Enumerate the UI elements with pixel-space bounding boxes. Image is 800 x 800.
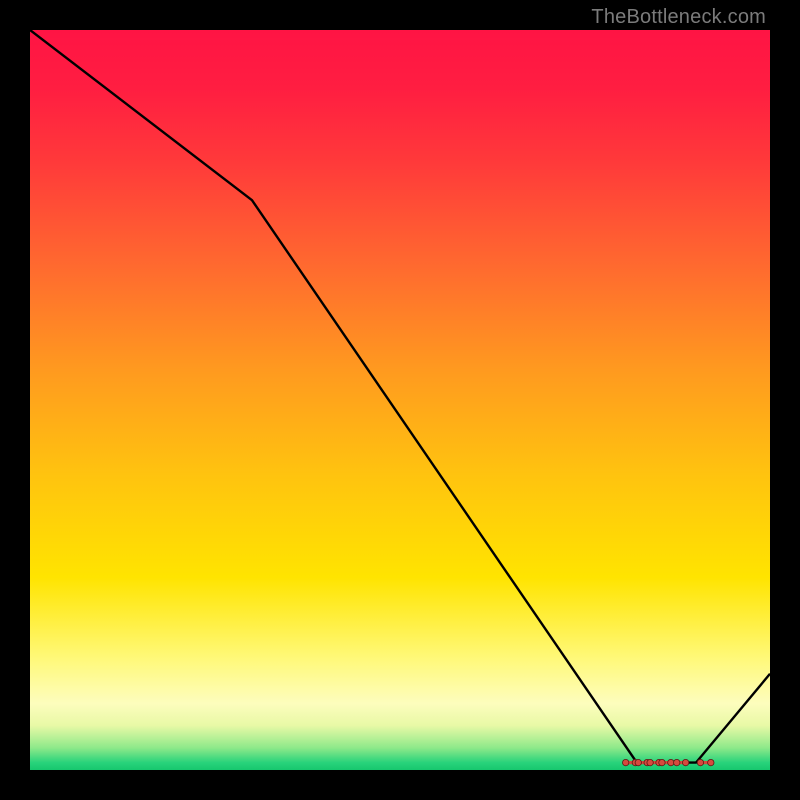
marker-dot: [659, 759, 665, 765]
chart-line: [30, 30, 770, 763]
plot-area: [30, 30, 770, 770]
marker-dot: [697, 759, 703, 765]
marker-dot: [623, 759, 629, 765]
marker-dot: [635, 759, 641, 765]
marker-dot: [668, 759, 674, 765]
chart-overlay: [30, 30, 770, 770]
marker-dot: [708, 759, 714, 765]
marker-dot: [674, 759, 680, 765]
chart-frame: TheBottleneck.com: [0, 0, 800, 800]
marker-dot: [647, 759, 653, 765]
watermark-text: TheBottleneck.com: [591, 6, 766, 29]
marker-dot: [682, 759, 688, 765]
